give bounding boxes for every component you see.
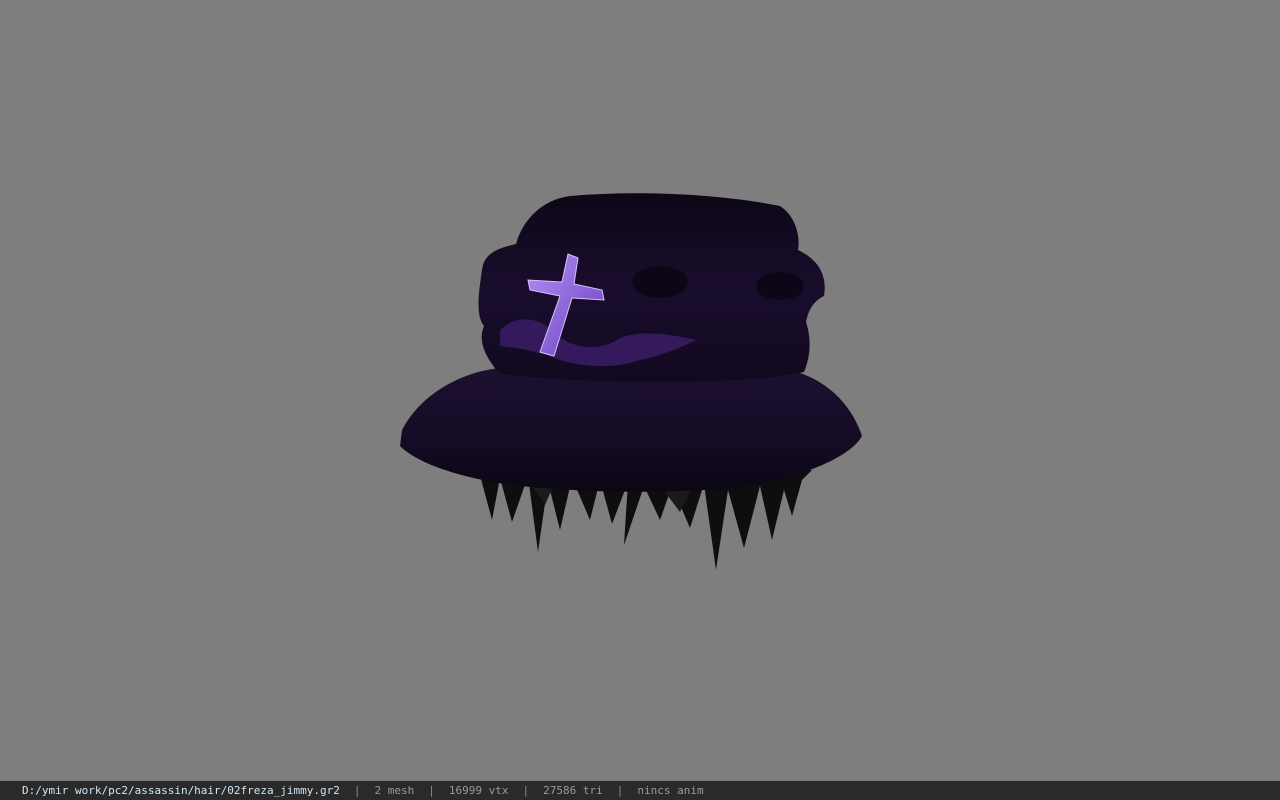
status-bar: D:/ymir work/pc2/assassin/hair/02freza_j… (0, 781, 1280, 800)
hat-model-render[interactable] (0, 0, 1280, 780)
separator: | (428, 784, 435, 797)
separator: | (616, 784, 624, 797)
3d-viewport[interactable] (0, 0, 1280, 780)
hat-brim (400, 368, 862, 492)
animation-status: nincs anim (637, 784, 704, 797)
mesh-count: 2 mesh (374, 784, 415, 797)
separator: | (522, 784, 530, 797)
file-path: D:/ymir work/pc2/assassin/hair/02freza_j… (22, 784, 340, 797)
vertex-count: 16999 vtx (448, 784, 509, 797)
separator: | (353, 784, 361, 797)
triangle-count: 27586 tri (543, 784, 603, 797)
